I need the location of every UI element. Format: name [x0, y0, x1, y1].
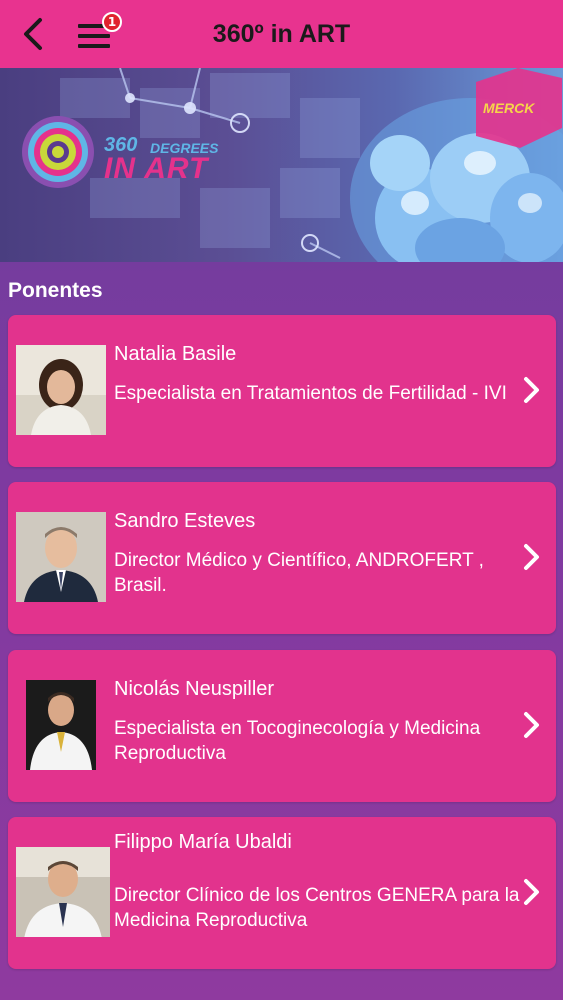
- event-banner: 360 DEGREES IN ART MERCK: [0, 68, 563, 262]
- menu-button[interactable]: 1: [72, 12, 122, 56]
- chevron-right-icon: [524, 712, 539, 738]
- section-title: Ponentes: [8, 279, 103, 302]
- speaker-role: Especialista en Tocoginecología y Medici…: [114, 718, 481, 764]
- speaker-role: Director Médico y Científico, ANDROFERT …: [114, 550, 484, 596]
- speaker-photo: [16, 847, 110, 937]
- sponsor-name: MERCK: [483, 100, 535, 116]
- speaker-card[interactable]: Natalia Basile Especialista en Tratamien…: [8, 315, 556, 467]
- speaker-photo: [16, 512, 106, 602]
- logo-title: IN ART: [104, 152, 209, 185]
- back-button[interactable]: [14, 14, 54, 54]
- page-title: 360º in ART: [212, 19, 351, 48]
- chevron-left-icon: [24, 18, 42, 50]
- speaker-name: Sandro Esteves: [114, 510, 256, 532]
- speaker-card[interactable]: Filippo María Ubaldi Director Clínico de…: [8, 817, 556, 969]
- speaker-role: Director Clínico de los Centros GENERA p…: [114, 885, 520, 931]
- speaker-photo: [16, 345, 106, 435]
- speaker-name: Nicolás Neuspiller: [114, 678, 275, 700]
- speaker-role: Especialista en Tratamientos de Fertilid…: [114, 383, 507, 404]
- event-logo-icon: [22, 116, 94, 188]
- speaker-photo: [26, 680, 96, 770]
- top-bar: 1 360º in ART: [0, 0, 563, 68]
- speaker-name: Filippo María Ubaldi: [114, 831, 292, 853]
- speaker-card[interactable]: Nicolás Neuspiller Especialista en Tocog…: [8, 650, 556, 802]
- chevron-right-icon: [524, 544, 539, 570]
- speaker-name: Natalia Basile: [114, 343, 237, 365]
- chevron-right-icon: [524, 377, 539, 403]
- banner-artwork: [22, 68, 563, 262]
- notification-badge: 1: [102, 12, 122, 32]
- chevron-right-icon: [524, 879, 539, 905]
- speaker-card[interactable]: Sandro Esteves Director Médico y Científ…: [8, 482, 556, 634]
